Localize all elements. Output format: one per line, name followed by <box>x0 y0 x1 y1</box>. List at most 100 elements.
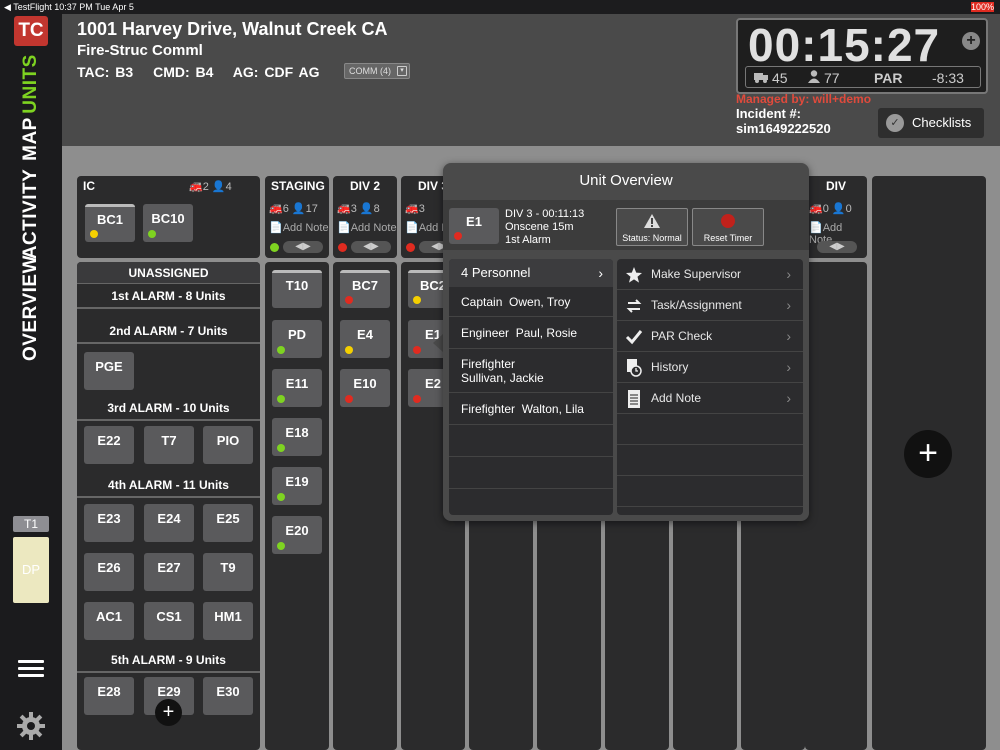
unit-card[interactable]: T7 <box>144 426 194 464</box>
list-item-empty <box>617 476 803 507</box>
par-row[interactable]: 45 77 PAR -8:33 <box>745 66 981 88</box>
column-div[interactable] <box>805 262 867 750</box>
unit-card[interactable]: E19 <box>272 467 322 505</box>
popover-title: Unit Overview <box>579 172 673 189</box>
incident-timer: 00:15:27 <box>748 19 941 71</box>
unit-card[interactable]: HM1 <box>203 602 253 640</box>
column-div2[interactable]: BC7 E4 E10 <box>333 262 397 750</box>
column-empty[interactable] <box>469 496 533 750</box>
unit-card[interactable]: T10 <box>272 270 322 308</box>
tac-channel: TAC: B3 <box>77 64 134 80</box>
unit-card[interactable]: CS1 <box>144 602 194 640</box>
list-item[interactable]: Engineer Paul, Rosie <box>449 317 613 349</box>
status-dot <box>345 296 353 304</box>
nav-map[interactable]: MAP <box>20 117 42 161</box>
column-empty[interactable] <box>673 496 737 750</box>
comm-dropdown[interactable]: COMM (4) ▾ <box>344 63 410 79</box>
column-ic[interactable]: IC 🚒2 👤4 BC1 BC10 <box>77 176 260 258</box>
unit-card[interactable]: E23 <box>84 504 134 542</box>
nav-overview[interactable]: OVERVIEW <box>20 255 42 361</box>
nav-activity[interactable]: ACTIVITY <box>20 169 42 260</box>
column-unassigned[interactable]: UNASSIGNED 1st ALARM - 8 Units 2nd ALARM… <box>77 262 260 750</box>
check-icon: ✓ <box>886 114 904 132</box>
unit-card[interactable]: E28 <box>84 677 134 715</box>
unassigned-title: UNASSIGNED <box>77 262 260 284</box>
add-note-link[interactable]: 📄Add Note <box>337 221 397 234</box>
move-handle-icon[interactable]: ◀▶ <box>351 241 391 253</box>
ag-channel: AG: CDF AG <box>232 64 320 80</box>
move-handle-icon[interactable]: ◀▶ <box>283 241 323 253</box>
unit-card[interactable]: E11 <box>272 369 322 407</box>
status-dot <box>277 346 285 354</box>
add-time-icon[interactable]: + <box>962 32 980 50</box>
incident-label: Incident #: <box>736 106 802 121</box>
unit-card[interactable]: BC7 <box>340 270 390 308</box>
dp-card[interactable]: DP <box>13 537 49 603</box>
unit-card[interactable]: E30 <box>203 677 253 715</box>
cmd-channel: CMD: B4 <box>153 64 214 80</box>
list-item[interactable]: Firefighter Walton, Lila <box>449 393 613 425</box>
column-title: IC <box>83 179 95 193</box>
warning-icon <box>644 214 660 228</box>
unit-card[interactable]: PGE <box>84 352 134 390</box>
unit-card[interactable]: PD <box>272 320 322 358</box>
reset-timer-button[interactable]: Reset Timer <box>692 208 764 246</box>
unit-info: DIV 3 - 00:11:13 Onscene 15m 1st Alarm <box>505 208 584 247</box>
unit-card[interactable]: E24 <box>144 504 194 542</box>
nav-units[interactable]: UNITS <box>20 54 42 114</box>
list-item-empty <box>617 445 803 476</box>
gear-icon[interactable] <box>16 711 46 741</box>
status-dot <box>413 346 421 354</box>
star-icon <box>626 267 642 283</box>
unit-card[interactable]: E4 <box>340 320 390 358</box>
incident-address: 1001 Harvey Drive, Walnut Creek CA <box>77 19 388 39</box>
unit-tag[interactable]: T1 <box>13 516 49 532</box>
par-label: PAR <box>874 70 903 86</box>
status-button[interactable]: Status: Normal <box>616 208 688 246</box>
list-item-empty <box>449 425 613 457</box>
person-icon <box>808 70 820 83</box>
menu-icon[interactable] <box>18 660 44 678</box>
column-staging-header[interactable]: STAGING 🚒6 👤17 📄Add Note ◀▶ <box>265 176 329 258</box>
column-empty[interactable] <box>537 496 601 750</box>
unit-card[interactable]: PIO <box>203 426 253 464</box>
column-div2-header[interactable]: DIV 2 🚒3 👤8 📄Add Note ◀▶ <box>333 176 397 258</box>
unit-card[interactable]: E25 <box>203 504 253 542</box>
unit-card[interactable]: T9 <box>203 553 253 591</box>
status-dot <box>277 444 285 452</box>
unit-card[interactable]: E10 <box>340 369 390 407</box>
divider <box>77 671 260 673</box>
add-note-action[interactable]: Add Note › <box>617 383 803 414</box>
list-item[interactable]: Firefighter Sullivan, Jackie <box>449 349 613 393</box>
status-left: ◀ TestFlight 10:37 PM Tue Apr 5 <box>4 2 134 12</box>
chevron-right-icon: › <box>786 328 791 344</box>
column-staging[interactable]: T10 PD E11 E18 E19 E20 <box>265 262 329 750</box>
par-check-action[interactable]: PAR Check › <box>617 321 803 352</box>
unit-card[interactable]: E18 <box>272 418 322 456</box>
task-assignment-action[interactable]: Task/Assignment › <box>617 290 803 321</box>
unit-card[interactable]: E22 <box>84 426 134 464</box>
status-dot <box>345 395 353 403</box>
ic-counts: 🚒2 👤4 <box>189 181 232 193</box>
history-action[interactable]: History › <box>617 352 803 383</box>
add-note-link[interactable]: 📄Add Note <box>269 221 329 234</box>
column-div-header[interactable]: DIV 🚒0 👤0 📄Add Note ◀▶ <box>805 176 867 258</box>
status-dot <box>277 542 285 550</box>
unit-card[interactable]: E20 <box>272 516 322 554</box>
add-unit-button[interactable]: + <box>155 699 182 726</box>
unit-card[interactable]: E1 <box>449 208 499 244</box>
checklists-button[interactable]: ✓ Checklists <box>878 108 984 138</box>
unit-card[interactable]: E27 <box>144 553 194 591</box>
make-supervisor-action[interactable]: Make Supervisor › <box>617 259 803 290</box>
list-item[interactable]: Captain Owen, Troy <box>449 287 613 317</box>
personnel-header[interactable]: 4 Personnel › <box>449 259 613 287</box>
unit-card[interactable]: AC1 <box>84 602 134 640</box>
unit-card[interactable]: BC1 <box>85 204 135 242</box>
par-timer: -8:33 <box>932 70 964 86</box>
unit-card[interactable]: E26 <box>84 553 134 591</box>
add-division-button[interactable]: + <box>904 430 952 478</box>
unit-card[interactable]: BC10 <box>143 204 193 242</box>
history-icon <box>627 359 642 377</box>
move-handle-icon[interactable]: ◀▶ <box>817 241 857 253</box>
column-empty[interactable] <box>605 496 669 750</box>
